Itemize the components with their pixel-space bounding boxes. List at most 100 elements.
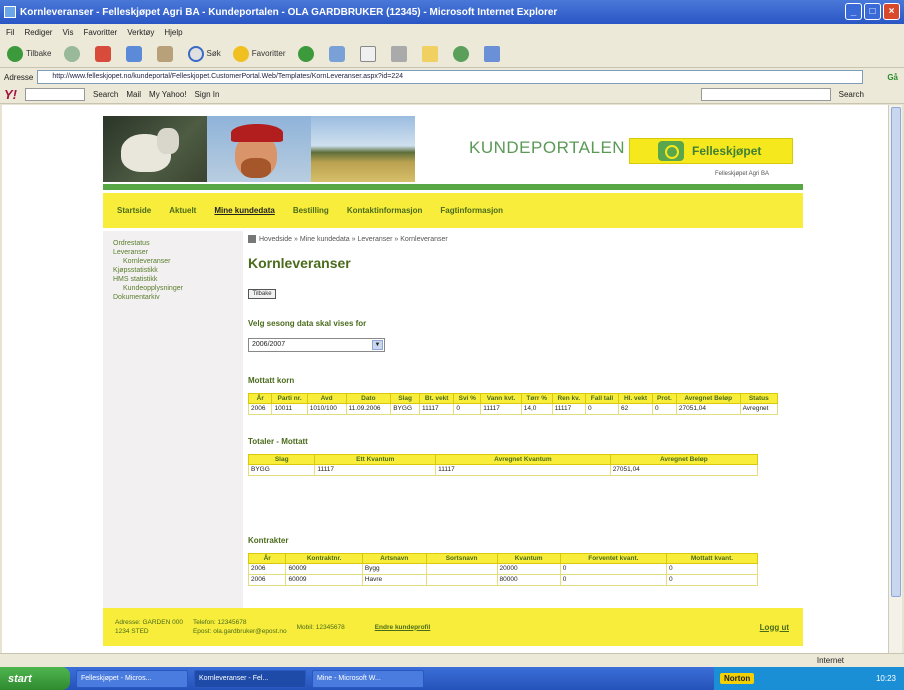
back-link-button[interactable]: Tilbake [248,289,276,299]
ie-icon [4,6,16,18]
url-input[interactable]: http://www.felleskjopet.no/kundeportal/F… [37,70,864,84]
maximize-button[interactable]: □ [864,3,881,20]
main-content: Hovedside » Mine kundedata » Leveranser … [247,231,803,586]
column-header: Mottatt kvant. [665,553,759,564]
vertical-scrollbar[interactable] [888,105,902,653]
folder-button[interactable] [419,44,444,64]
edit-button[interactable] [481,44,506,64]
felleskjopet-logo[interactable]: Felleskjøpet [629,138,793,164]
table-row: 2006 10011 1010/100 11.09.2006 BYGG 11117 0 111… [247,403,779,415]
clock: 10:23 [875,674,896,683]
sign-in-link[interactable]: Sign In [195,90,220,99]
column-header: Artsnavn [361,553,427,564]
refresh-icon [125,45,142,62]
nav-bestilling[interactable]: Bestilling [293,206,329,215]
table-cell: 14,0 [520,403,553,415]
close-button[interactable]: × [883,3,900,20]
go-button[interactable]: Gå [887,73,898,82]
history-button[interactable] [326,44,351,64]
change-profile-link[interactable]: Endre kundeprofil [375,624,431,631]
column-header: Fall tall [584,393,620,404]
search-button[interactable]: Søk [185,44,224,64]
print-button[interactable] [388,44,413,64]
table-cell: 0 [665,563,759,575]
forward-button[interactable] [61,44,86,64]
task-item-2[interactable]: Kornleveranser - Fel... [194,669,306,688]
menu-tools[interactable]: Verktøy [127,28,154,37]
table-cell: 62 [618,403,653,415]
page-header: KUNDEPORTALEN Felleskjøpet Felleskjøpet … [103,116,803,182]
nav-fagtinformasjon[interactable]: Fagtinformasjon [440,206,503,215]
secondary-search-input[interactable] [700,88,831,101]
table-cell: BYGG [247,464,316,476]
season-select[interactable]: 2006/2007 ▼ [248,338,385,352]
sidebar-item-ordrestatus[interactable]: Ordrestatus [113,239,243,248]
logout-link[interactable]: Logg ut [760,623,789,632]
sidebar-item-dokumentarkiv[interactable]: Dokumentarkiv [113,293,243,302]
footer-address: Adresse: GARDEN 000 1234 STED [115,619,183,635]
sidebar-item-kornleveranser[interactable]: Kornleveranser [113,257,243,266]
scrollbar-thumb[interactable] [891,107,901,597]
address-bar: Adresse http://www.felleskjopet.no/kunde… [0,68,904,86]
table-row: 2006 60009 Bygg 20000 0 0 [247,563,759,575]
mail-icon [359,45,376,62]
home-button[interactable] [154,44,179,64]
table-header-row: Slag Ett Kvantum Avregnet Kvantum Avregnet … [247,454,759,465]
nav-aktuelt[interactable]: Aktuelt [169,206,196,215]
yahoo-logo[interactable]: Y! [4,87,17,102]
sidebar-item-kundeopplysninger[interactable]: Kundeopplysninger [113,284,243,293]
taskbar: start Felleskjøpet - Micros... Kornlever… [0,667,904,690]
nav-mine-kundedata[interactable]: Mine kundedata [214,206,274,215]
secondary-search-button[interactable]: Search [839,90,864,99]
table-cell [425,563,498,575]
table-cell: 1010/100 [306,403,347,415]
back-button[interactable]: Tilbake [4,44,55,64]
norton-icon[interactable]: Norton [720,673,755,684]
yahoo-search-input[interactable] [25,88,85,101]
menu-view[interactable]: Vis [62,28,73,37]
yahoo-search-button[interactable]: Search [93,90,118,99]
column-header: År [247,553,287,564]
refresh-button[interactable] [123,44,148,64]
sidebar: Ordrestatus Leveranser Kornleveranser Kj… [103,231,243,611]
my-yahoo-link[interactable]: My Yahoo! [149,90,187,99]
status-bar: Internet [0,653,904,667]
column-header: År [247,393,273,404]
column-header: Vann kvt. [480,393,522,404]
media-button[interactable] [295,44,320,64]
nav-kontaktinformasjon[interactable]: Kontaktinformasjon [347,206,423,215]
messenger-button[interactable] [450,44,475,64]
table-cell: Bygg [361,563,427,575]
column-header: Dato [345,393,392,404]
sidebar-item-hms[interactable]: HMS statistikk [113,275,243,284]
mail-button[interactable] [357,44,382,64]
portal-title: KUNDEPORTALEN [469,138,626,157]
table-cell: 0 [559,574,667,586]
yahoo-mail-link[interactable]: Mail [126,90,141,99]
kontrakter-table: År Kontraktnr. Artsnavn Sortsnavn Kvantum For… [247,553,759,586]
folder-icon [421,45,438,62]
green-divider [103,184,803,190]
menu-help[interactable]: Hjelp [164,28,182,37]
table-cell: 2006 [247,403,273,415]
task-item-3[interactable]: Mine - Microsoft W... [312,669,424,688]
home-icon[interactable] [248,235,256,243]
table-cell: 27051,04 [675,403,741,415]
table-cell: 2006 [247,574,287,586]
stop-button[interactable] [92,44,117,64]
favorites-button[interactable]: Favoritter [230,44,289,64]
task-item-1[interactable]: Felleskjøpet - Micros... [76,669,188,688]
nav-startside[interactable]: Startside [117,206,151,215]
sidebar-item-kjopsstatistikk[interactable]: Kjøpsstatistikk [113,266,243,275]
farmer-photo [207,116,311,182]
menu-file[interactable]: Fil [6,28,14,37]
column-header: Slag [247,454,316,465]
chevron-down-icon[interactable]: ▼ [372,340,383,350]
start-button[interactable]: start [0,667,70,690]
minimize-button[interactable]: _ [845,3,862,20]
yahoo-toolbar: Y! Search Mail My Yahoo! Sign In Search [0,86,904,104]
menu-favorites[interactable]: Favoritter [83,28,117,37]
menu-edit[interactable]: Rediger [24,28,52,37]
table-cell: 0 [453,403,482,415]
sidebar-item-leveranser[interactable]: Leveranser [113,248,243,257]
